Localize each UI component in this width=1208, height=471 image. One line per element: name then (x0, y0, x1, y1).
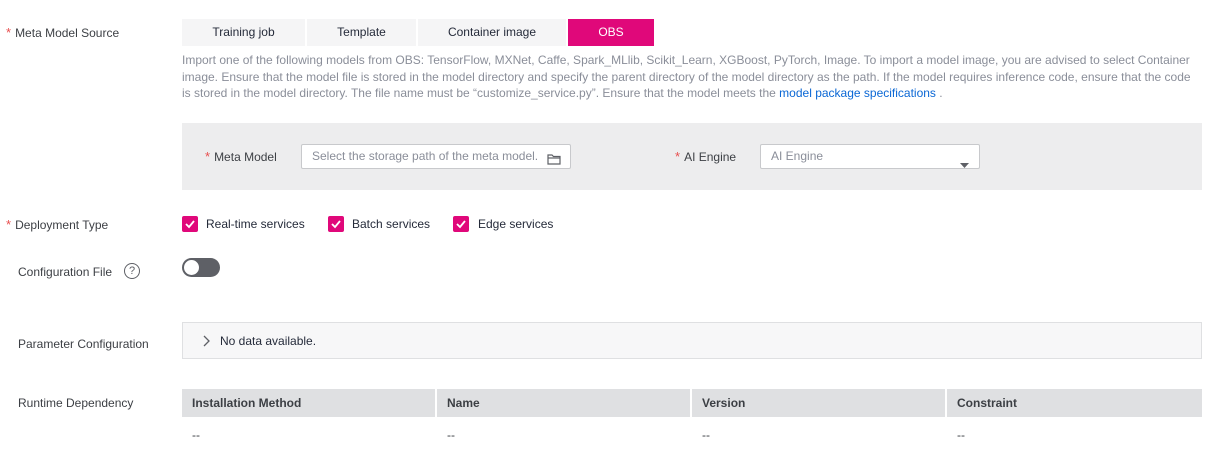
parameter-configuration-panel[interactable]: No data available. (182, 322, 1202, 359)
help-icon[interactable]: ? (124, 263, 140, 279)
required-marker: * (6, 217, 12, 232)
toggle-knob (184, 260, 199, 275)
required-marker: * (6, 25, 12, 40)
checkbox-edge-services[interactable] (453, 216, 469, 232)
table-cell: -- (702, 428, 710, 442)
checkbox-label: Edge services (478, 217, 554, 231)
deployment-type-label: * Deployment Type (6, 217, 109, 232)
tab-template[interactable]: Template (307, 19, 416, 46)
checkbox-batch-services[interactable] (328, 216, 344, 232)
tab-container-image[interactable]: Container image (418, 19, 566, 46)
folder-icon[interactable] (547, 150, 561, 173)
source-description: Import one of the following models from … (182, 53, 1191, 101)
meta-model-path-input[interactable]: Select the storage path of the meta mode… (301, 144, 571, 169)
configuration-file-label: Configuration File (18, 265, 113, 279)
checkbox-label: Real-time services (206, 217, 305, 231)
table-cell: -- (957, 428, 965, 442)
column-header-version: Version (692, 389, 945, 417)
chevron-down-icon (960, 154, 969, 177)
ai-engine-label: * AI Engine (675, 149, 737, 164)
ai-engine-select[interactable]: AI Engine (760, 144, 980, 169)
column-header-installation-method: Installation Method (182, 389, 435, 417)
model-package-specifications-link[interactable]: model package specifications (779, 86, 936, 100)
required-marker: * (205, 149, 211, 164)
tab-training-job[interactable]: Training job (182, 19, 305, 46)
meta-model-source-label: * Meta Model Source (6, 25, 120, 40)
checkbox-label: Batch services (352, 217, 431, 231)
table-cell: -- (447, 428, 455, 442)
configuration-file-toggle[interactable] (182, 258, 220, 277)
column-header-constraint: Constraint (947, 389, 1202, 417)
required-marker: * (675, 149, 681, 164)
runtime-dependency-label: Runtime Dependency (18, 396, 134, 410)
tab-obs[interactable]: OBS (568, 19, 654, 46)
meta-model-label: * Meta Model (205, 149, 277, 164)
empty-state-text: No data available. (220, 334, 317, 348)
column-header-name: Name (437, 389, 690, 417)
chevron-right-icon[interactable] (202, 335, 210, 350)
table-cell: -- (192, 428, 200, 442)
checkbox-real-time-services[interactable] (182, 216, 198, 232)
parameter-configuration-label: Parameter Configuration (18, 337, 149, 351)
